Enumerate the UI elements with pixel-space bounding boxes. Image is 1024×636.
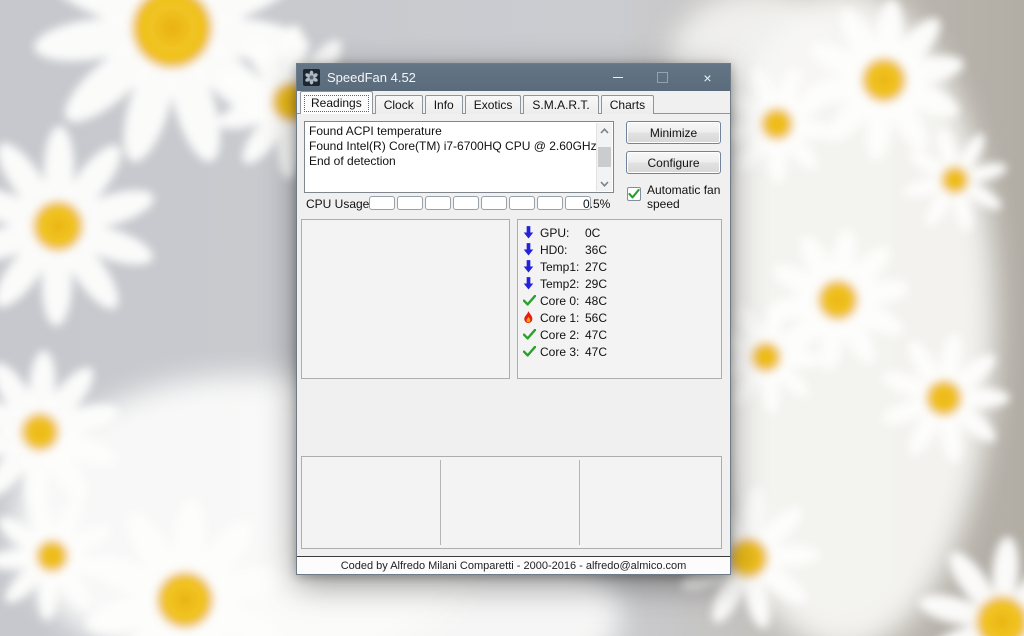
scrollbar-thumb[interactable] xyxy=(598,147,611,167)
temp-value: 27C xyxy=(585,260,607,274)
scroll-down-icon[interactable] xyxy=(597,176,612,191)
title-bar[interactable]: SpeedFan 4.52 × xyxy=(297,64,730,91)
tab-info[interactable]: Info xyxy=(425,95,463,114)
temp-row: GPU:0C xyxy=(518,224,721,241)
temp-value: 47C xyxy=(585,328,607,342)
cpu-usage-value: 0.5% xyxy=(583,197,610,211)
down-arrow-icon xyxy=(523,277,540,290)
log-line: Found ACPI temperature xyxy=(309,124,593,139)
column-divider xyxy=(579,460,580,545)
temp-value: 48C xyxy=(585,294,607,308)
configure-button[interactable]: Configure xyxy=(626,151,721,174)
flame-icon xyxy=(523,311,540,324)
temp-label: Core 1: xyxy=(540,311,585,325)
temp-row: HD0:36C xyxy=(518,241,721,258)
cpu-usage-segment xyxy=(537,196,563,210)
down-arrow-icon xyxy=(523,260,540,273)
temp-value: 56C xyxy=(585,311,607,325)
automatic-fan-speed-control: Automatic fan speed xyxy=(627,183,727,211)
log-line: End of detection xyxy=(309,154,593,169)
window-title: SpeedFan 4.52 xyxy=(327,70,595,85)
down-arrow-icon xyxy=(523,243,540,256)
temp-row: Core 0:48C xyxy=(518,292,721,309)
check-icon xyxy=(628,189,640,199)
temp-label: Temp1: xyxy=(540,260,585,274)
temp-row: Temp2:29C xyxy=(518,275,721,292)
temp-row: Temp1:27C xyxy=(518,258,721,275)
check-icon xyxy=(523,295,540,306)
temp-label: GPU: xyxy=(540,226,585,240)
temp-value: 47C xyxy=(585,345,607,359)
maximize-window-button[interactable] xyxy=(640,64,685,91)
minimize-window-button[interactable] xyxy=(595,64,640,91)
temp-value: 29C xyxy=(585,277,607,291)
fan-speeds-panel xyxy=(301,219,510,379)
tab-clock[interactable]: Clock xyxy=(375,95,423,114)
cpu-usage-segment xyxy=(453,196,479,210)
close-window-button[interactable]: × xyxy=(685,64,730,91)
cpu-usage-segment xyxy=(481,196,507,210)
column-divider xyxy=(440,460,441,545)
cpu-usage-segment xyxy=(397,196,423,210)
tab-exotics[interactable]: Exotics xyxy=(465,95,522,114)
log-scrollbar[interactable] xyxy=(596,123,612,191)
cpu-usage-label: CPU Usage xyxy=(306,197,369,211)
temp-label: Core 3: xyxy=(540,345,585,359)
check-icon xyxy=(523,329,540,340)
automatic-fan-speed-label: Automatic fan speed xyxy=(647,183,727,211)
temp-label: Core 0: xyxy=(540,294,585,308)
tab-readings[interactable]: Readings xyxy=(300,91,373,114)
tab-charts[interactable]: Charts xyxy=(601,95,654,114)
temp-value: 36C xyxy=(585,243,607,257)
scroll-up-icon[interactable] xyxy=(597,123,612,138)
fan-icon xyxy=(303,69,320,86)
cpu-usage-segment xyxy=(369,196,395,210)
minimize-button[interactable]: Minimize xyxy=(626,121,721,144)
cpu-usage-segment xyxy=(509,196,535,210)
temp-label: HD0: xyxy=(540,243,585,257)
temperatures-panel: GPU:0C HD0:36C Temp1:27C Temp2:29C Core … xyxy=(517,219,722,379)
speedfan-window: SpeedFan 4.52 × ReadingsClockInfoExotics… xyxy=(296,63,731,575)
close-icon: × xyxy=(703,71,711,85)
temp-label: Temp2: xyxy=(540,277,585,291)
minimize-icon xyxy=(613,77,623,78)
temp-label: Core 2: xyxy=(540,328,585,342)
cpu-usage-segment xyxy=(425,196,451,210)
voltages-panel xyxy=(301,456,722,549)
temp-value: 0C xyxy=(585,226,600,240)
tab-smart[interactable]: S.M.A.R.T. xyxy=(523,95,598,114)
check-icon xyxy=(523,346,540,357)
status-bar: Coded by Alfredo Milani Comparetti - 200… xyxy=(297,556,730,574)
status-text: Coded by Alfredo Milani Comparetti - 200… xyxy=(341,560,687,572)
automatic-fan-speed-checkbox[interactable] xyxy=(627,187,641,201)
temp-row: Core 2:47C xyxy=(518,326,721,343)
detection-log[interactable]: Found ACPI temperature Found Intel(R) Co… xyxy=(304,121,614,193)
temp-row: Core 1:56C xyxy=(518,309,721,326)
temp-row: Core 3:47C xyxy=(518,343,721,360)
cpu-usage-segments xyxy=(369,196,591,210)
maximize-icon xyxy=(657,72,668,83)
log-line: Found Intel(R) Core(TM) i7-6700HQ CPU @ … xyxy=(309,139,593,154)
tab-strip: ReadingsClockInfoExoticsS.M.A.R.T.Charts xyxy=(297,91,730,114)
down-arrow-icon xyxy=(523,226,540,239)
